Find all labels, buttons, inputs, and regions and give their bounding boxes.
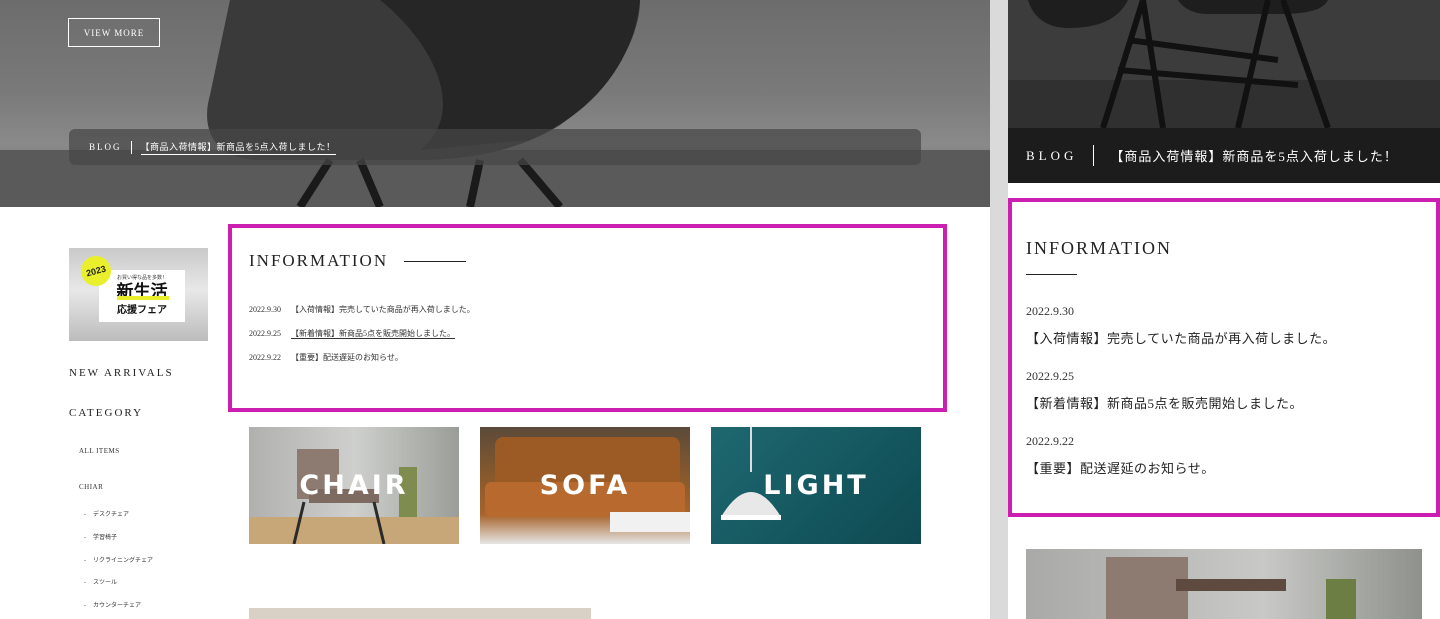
sidebar-subitem[interactable]: デスクチェア	[84, 509, 129, 518]
highlight-box-mobile	[1008, 198, 1440, 517]
banner-mid-text: 応援フェア	[117, 305, 167, 316]
category-tile-light[interactable]: LIGHT	[711, 427, 921, 544]
divider	[1093, 145, 1095, 166]
blog-label: BLOG	[1026, 147, 1078, 163]
hero-image: VIEW MORE BLOG 【商品入荷情報】新商品を5点入荷しました！	[0, 0, 990, 207]
sidebar-subitem[interactable]: 学習椅子	[84, 532, 117, 541]
sidebar-item-all-items[interactable]: ALL ITEMS	[79, 447, 120, 455]
banner-card: お買い得な品を多数！ 新生活 応援フェア	[99, 270, 185, 322]
blog-link[interactable]: 【商品入荷情報】新商品を5点入荷しました！	[1110, 146, 1398, 165]
banner-small-text: お買い得な品を多数！	[116, 276, 167, 281]
chair-photo	[1106, 557, 1356, 619]
sidebar-new-arrivals[interactable]: NEW ARRIVALS	[69, 367, 174, 379]
blog-link[interactable]: 【商品入荷情報】新商品を5点入荷しました！	[140, 140, 336, 155]
blog-label: BLOG	[89, 142, 122, 152]
banner-highlight	[117, 296, 169, 300]
category-tile-sofa[interactable]: SOFA	[480, 427, 690, 544]
campaign-banner[interactable]: お買い得な品を多数！ 新生活 応援フェア 2023	[69, 248, 208, 341]
panel-divider	[990, 0, 1008, 619]
next-image-peek	[249, 608, 591, 619]
view-more-button[interactable]: VIEW MORE	[68, 18, 160, 47]
sidebar-subitem[interactable]: スツール	[84, 577, 117, 586]
mobile-hero-image	[1008, 0, 1440, 128]
chair-legs-illustration	[1008, 0, 1440, 128]
category-label: SOFA	[539, 470, 631, 501]
sidebar-subitem[interactable]: リクライニングチェア	[84, 555, 153, 564]
mobile-chair-image[interactable]	[1026, 549, 1422, 619]
sidebar-item-chair[interactable]: CHIAR	[79, 483, 103, 491]
blog-bar: BLOG 【商品入荷情報】新商品を5点入荷しました！	[69, 129, 921, 165]
divider	[130, 140, 132, 154]
category-label: CHAIR	[299, 470, 409, 501]
sidebar-subitem[interactable]: カウンターチェア	[84, 600, 141, 609]
category-tile-chair[interactable]: CHAIR	[249, 427, 459, 544]
category-label: LIGHT	[763, 470, 869, 501]
highlight-box-desktop	[228, 224, 947, 412]
sidebar-category-heading: CATEGORY	[69, 407, 144, 419]
mobile-blog-bar: BLOG 【商品入荷情報】新商品を5点入荷しました！	[1008, 128, 1440, 183]
